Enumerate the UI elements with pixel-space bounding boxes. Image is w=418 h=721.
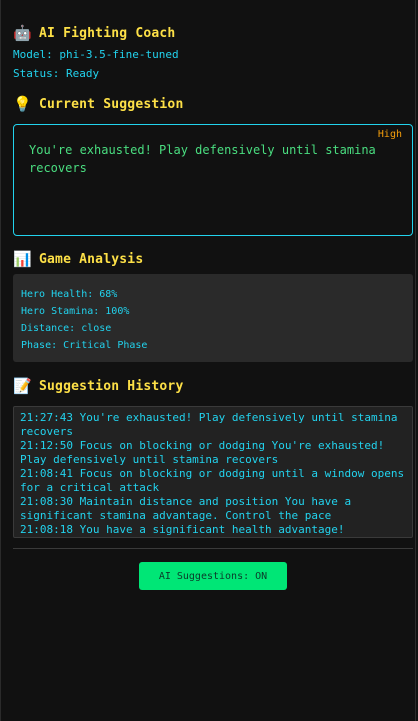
game-analysis-header: 📊 Game Analysis [13, 250, 143, 268]
memo-icon: 📝 [13, 377, 32, 395]
bar-chart-icon: 📊 [13, 250, 32, 268]
current-suggestion-title: Current Suggestion [39, 96, 184, 112]
history-header: 📝 Suggestion History [13, 377, 183, 395]
status-label: Status: Ready [13, 67, 100, 80]
game-analysis-card: Hero Health: 68% Hero Stamina: 100% Dist… [13, 274, 413, 362]
history-item: 21:08:18 You have a significant health a… [20, 523, 345, 536]
coach-panel: 🤖 AI Fighting Coach Model: phi-3.5-fine-… [0, 0, 416, 721]
phase: Phase: Critical Phase [21, 340, 148, 351]
divider [13, 548, 413, 549]
suggestion-history-list[interactable]: 21:27:43 You're exhausted! Play defensiv… [13, 406, 413, 538]
current-suggestion-text: You're exhausted! Play defensively until… [29, 143, 376, 175]
game-analysis-title: Game Analysis [39, 251, 144, 267]
app-header: 🤖 AI Fighting Coach [13, 24, 175, 42]
current-suggestion-card: High You're exhausted! Play defensively … [13, 124, 413, 236]
distance: Distance: close [21, 323, 112, 334]
history-item: 21:08:30 Maintain distance and position … [20, 495, 352, 522]
lightbulb-icon: 💡 [13, 95, 32, 113]
hero-health: Hero Health: 68% [21, 289, 118, 300]
history-item: 21:27:43 You're exhausted! Play defensiv… [20, 411, 398, 438]
model-label: Model: phi-3.5-fine-tuned [13, 48, 179, 61]
app-title: AI Fighting Coach [39, 25, 176, 41]
priority-badge: High [377, 129, 402, 140]
hero-stamina: Hero Stamina: 100% [21, 306, 130, 317]
history-title: Suggestion History [39, 378, 184, 394]
robot-icon: 🤖 [13, 24, 32, 42]
history-item: 21:12:50 Focus on blocking or dodging Yo… [20, 439, 385, 466]
ai-suggestions-toggle[interactable]: AI Suggestions: ON [139, 562, 287, 590]
history-item: 21:08:41 Focus on blocking or dodging un… [20, 467, 405, 494]
current-suggestion-header: 💡 Current Suggestion [13, 95, 183, 113]
